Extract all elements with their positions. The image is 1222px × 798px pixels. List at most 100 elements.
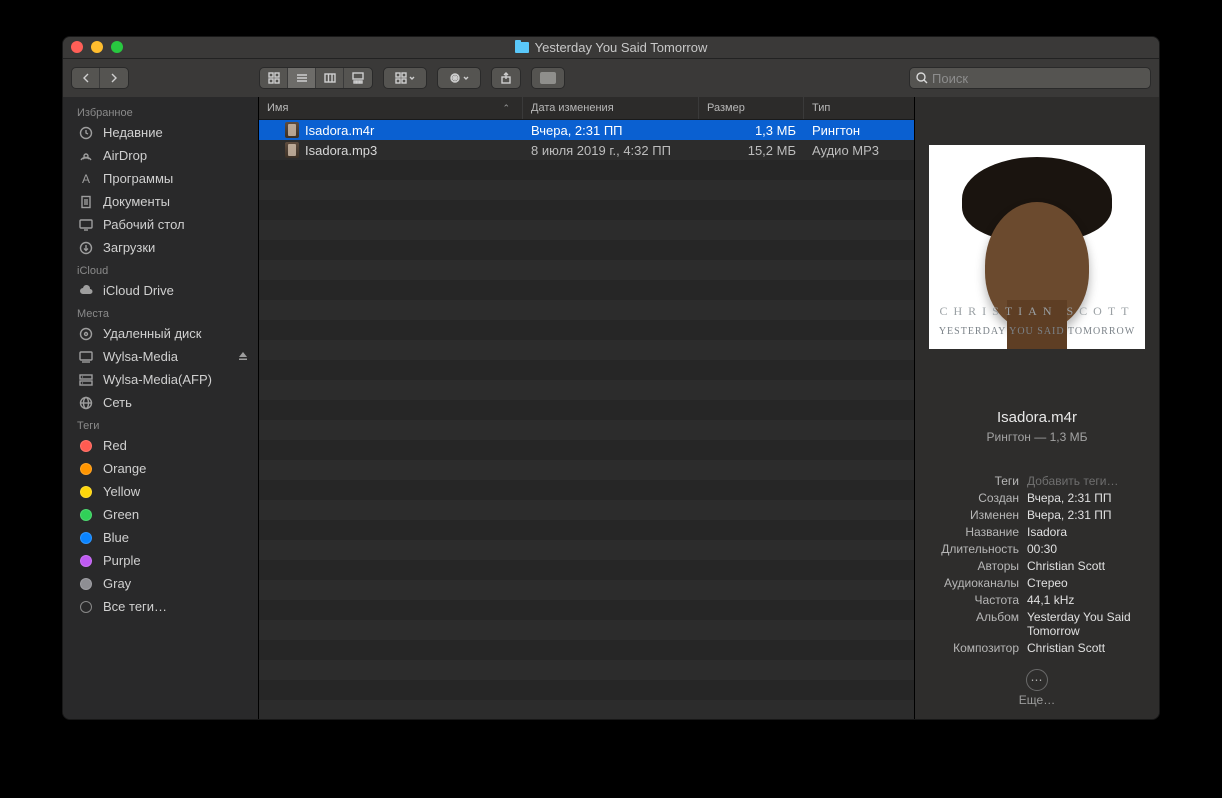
more-label: Еще… xyxy=(1019,693,1055,707)
empty-row xyxy=(259,160,914,180)
file-size: 15,2 МБ xyxy=(699,143,804,158)
sidebar-item[interactable]: Загрузки xyxy=(63,236,258,259)
empty-row xyxy=(259,260,914,280)
sidebar-item[interactable]: Недавние xyxy=(63,121,258,144)
sidebar-item[interactable]: Yellow xyxy=(63,480,258,503)
sort-indicator-icon: ⌃ xyxy=(502,103,510,114)
tags-button[interactable] xyxy=(531,67,565,89)
action-menu-button[interactable] xyxy=(437,67,481,89)
cloud-icon xyxy=(77,284,95,298)
sidebar-item[interactable]: Orange xyxy=(63,457,258,480)
sidebar-item[interactable]: Документы xyxy=(63,190,258,213)
share-button[interactable] xyxy=(491,67,521,89)
column-view-button[interactable] xyxy=(316,67,344,89)
empty-row xyxy=(259,600,914,620)
column-header-date[interactable]: Дата изменения xyxy=(523,97,699,119)
sidebar-item-label: Документы xyxy=(103,194,170,209)
column-header-size[interactable]: Размер xyxy=(699,97,804,119)
sidebar-item-label: iCloud Drive xyxy=(103,283,174,298)
empty-row xyxy=(259,500,914,520)
sidebar-item[interactable]: Все теги… xyxy=(63,595,258,618)
forward-button[interactable] xyxy=(100,67,128,89)
sidebar-item-label: Blue xyxy=(103,530,129,545)
window-title: Yesterday You Said Tomorrow xyxy=(535,40,708,55)
sidebar-section-title: Теги xyxy=(63,414,258,434)
sidebar-item[interactable]: Рабочий стол xyxy=(63,213,258,236)
file-date: Вчера, 2:31 ПП xyxy=(523,123,699,138)
tag-color-icon xyxy=(77,508,95,522)
file-row[interactable]: Isadora.m4rВчера, 2:31 ПП1,3 МБРингтон xyxy=(259,120,914,140)
sidebar-item[interactable]: Wylsa-Media xyxy=(63,345,258,368)
empty-row xyxy=(259,320,914,340)
desktop-icon xyxy=(77,218,95,232)
tag-color-icon xyxy=(77,531,95,545)
album-art: CHRISTIAN SCOTT YESTERDAY YOU SAID TOMOR… xyxy=(929,145,1145,349)
empty-row xyxy=(259,560,914,580)
preview-subtitle: Рингтон — 1,3 МБ xyxy=(915,430,1159,444)
sidebar-item-label: Программы xyxy=(103,171,173,186)
empty-row xyxy=(259,220,914,240)
sidebar-item[interactable]: Blue xyxy=(63,526,258,549)
sidebar-section-title: iCloud xyxy=(63,259,258,279)
file-type: Рингтон xyxy=(804,123,914,138)
audio-file-icon xyxy=(285,122,299,138)
empty-row xyxy=(259,380,914,400)
sidebar-item-label: Рабочий стол xyxy=(103,217,185,232)
meta-value: 44,1 kHz xyxy=(1027,593,1149,607)
list-view-button[interactable] xyxy=(288,67,316,89)
sidebar-item[interactable]: Purple xyxy=(63,549,258,572)
sidebar-item[interactable]: A Программы xyxy=(63,167,258,190)
zoom-button[interactable] xyxy=(111,41,123,53)
sidebar-item[interactable]: Gray xyxy=(63,572,258,595)
empty-row xyxy=(259,580,914,600)
empty-row xyxy=(259,480,914,500)
minimize-button[interactable] xyxy=(91,41,103,53)
sidebar-item-label: Yellow xyxy=(103,484,140,499)
icon-view-button[interactable] xyxy=(260,67,288,89)
column-header-name[interactable]: Имя ⌃ xyxy=(259,97,523,119)
empty-row xyxy=(259,660,914,680)
sidebar-item-label: Purple xyxy=(103,553,141,568)
sidebar-item-label: AirDrop xyxy=(103,148,147,163)
sidebar-item[interactable]: iCloud Drive xyxy=(63,279,258,302)
empty-row xyxy=(259,640,914,660)
search-input[interactable] xyxy=(932,71,1144,86)
empty-row xyxy=(259,460,914,480)
tag-color-icon xyxy=(77,439,95,453)
sidebar-item-label: Gray xyxy=(103,576,131,591)
gallery-view-button[interactable] xyxy=(344,67,372,89)
file-row[interactable]: Isadora.mp38 июля 2019 г., 4:32 ПП15,2 М… xyxy=(259,140,914,160)
sidebar-item[interactable]: Сеть xyxy=(63,391,258,414)
sidebar-item[interactable]: Удаленный диск xyxy=(63,322,258,345)
more-actions-button[interactable]: ⋯ xyxy=(1026,669,1048,691)
back-button[interactable] xyxy=(72,67,100,89)
search-box[interactable] xyxy=(909,67,1151,89)
sidebar-item[interactable]: Wylsa-Media(AFP) xyxy=(63,368,258,391)
traffic-lights xyxy=(71,41,123,53)
meta-key: Аудиоканалы xyxy=(925,576,1019,590)
meta-value: Christian Scott xyxy=(1027,559,1149,573)
meta-key: Создан xyxy=(925,491,1019,505)
file-type: Аудио MP3 xyxy=(804,143,914,158)
disc-icon xyxy=(77,327,95,341)
sidebar-item-label: Загрузки xyxy=(103,240,155,255)
close-button[interactable] xyxy=(71,41,83,53)
server-icon xyxy=(77,373,95,387)
sidebar-item[interactable]: Red xyxy=(63,434,258,457)
clock-icon xyxy=(77,126,95,140)
sidebar-item-label: Orange xyxy=(103,461,146,476)
group-by-button[interactable] xyxy=(383,67,427,89)
empty-row xyxy=(259,300,914,320)
sidebar-item[interactable]: AirDrop xyxy=(63,144,258,167)
sidebar-item[interactable]: Green xyxy=(63,503,258,526)
meta-key: Теги xyxy=(925,474,1019,488)
svg-text:A: A xyxy=(82,172,90,186)
column-header-type[interactable]: Тип xyxy=(804,97,914,119)
audio-file-icon xyxy=(285,142,299,158)
eject-icon[interactable] xyxy=(238,349,248,364)
tag-color-icon xyxy=(77,554,95,568)
meta-value[interactable]: Добавить теги… xyxy=(1027,474,1149,488)
album-title-text: YESTERDAY YOU SAID TOMORROW xyxy=(929,326,1145,337)
file-name: Isadora.mp3 xyxy=(305,143,377,158)
airdrop-icon xyxy=(77,149,95,163)
